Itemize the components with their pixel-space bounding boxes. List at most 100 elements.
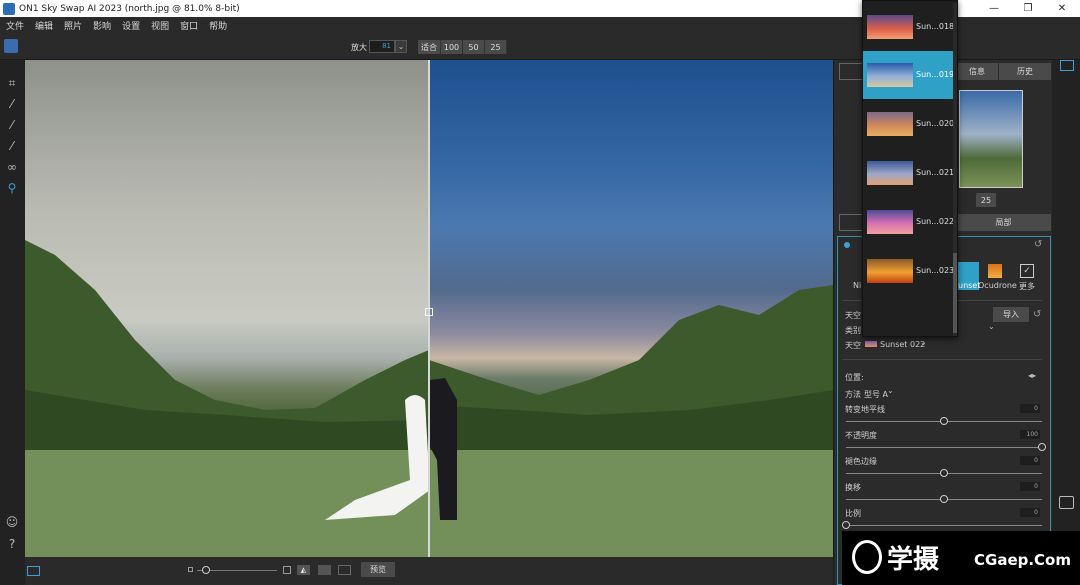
opacity-label: 不透明度 [845,431,877,440]
sky-select-label: 天空 [845,341,861,350]
image-panel-icon[interactable] [1060,60,1074,71]
preset-ocudrone-label: Ocudrone [978,281,1017,290]
menu-settings[interactable]: 设置 [122,19,140,32]
method-value[interactable]: 型号 A [864,389,888,400]
sky-select-value[interactable]: Sunset 022 [880,340,925,349]
watermark: 学摄 CGaep.Com [842,531,1080,585]
menu-window[interactable]: 窗口 [180,19,198,32]
dropdown-scrollbar[interactable] [953,3,957,336]
tab-history[interactable]: 历史 [999,63,1051,80]
sky-thumbnail [867,15,913,39]
sky-preset-dropdown[interactable]: Sun...018 Sun...019 Sun...020 Sun...021 … [862,0,958,337]
crop-icon[interactable]: ⌗ [5,76,19,90]
dropdown-item-label: Sun...022 [916,217,955,226]
dropdown-item-label: Sun...020 [916,119,955,128]
zoom-fit-button[interactable]: 适合 [418,40,441,54]
zoom-tool-icon[interactable]: ⚲ [5,181,19,195]
scale-label: 比例 [845,509,861,518]
mask-view-icon[interactable]: ◭ [297,565,310,575]
sky-thumbnail [867,112,913,136]
watermark-site: CGaep.Com [974,551,1071,569]
dropdown-item-label: Sun...021 [916,168,955,177]
scale-value[interactable]: 0 [1020,508,1040,517]
menu-edit[interactable]: 编辑 [35,19,53,32]
horizon-slider-knob[interactable] [940,417,948,425]
opacity-slider-knob[interactable] [1038,443,1046,451]
browse-icon[interactable] [4,39,18,53]
panel-reset-icon[interactable]: ↺ [1034,239,1042,250]
method-chevron-icon[interactable]: ⌄ [887,386,894,395]
menu-photo[interactable]: 照片 [64,19,82,32]
sky-reset-icon[interactable]: ↺ [1033,309,1041,320]
filmstrip-icon[interactable] [27,566,40,576]
preview-button[interactable]: 预览 [361,562,395,577]
zoom-25-button[interactable]: 25 [485,40,507,54]
user-icon[interactable]: ☺ [5,515,19,529]
menu-file[interactable]: 文件 [6,19,24,32]
sky-thumbnail [867,63,913,87]
print-icon[interactable] [1059,496,1074,509]
dropdown-scrollbar-thumb[interactable] [953,253,957,333]
shift-slider-knob[interactable] [940,495,948,503]
shift-label: 换移 [845,483,861,492]
compare-view-icon[interactable] [338,565,351,575]
dropdown-item[interactable]: Sun...022 [863,198,955,246]
opacity-value[interactable]: 100 [1020,430,1040,439]
dropdown-item[interactable]: Sun...023 [863,247,954,295]
refine-brush-icon[interactable]: ⁄ [5,139,19,153]
nav-zoom-25-button[interactable]: 25 [976,193,996,207]
fade-edge-slider-knob[interactable] [940,469,948,477]
restore-button[interactable]: ❐ [1011,0,1045,17]
dropdown-item[interactable]: Sun...021 [863,149,955,197]
shift-value[interactable]: 0 [1020,482,1040,491]
tab-info[interactable]: 信息 [956,63,998,80]
preset-partial-label: Ni [853,281,862,290]
position-label: 位置: [845,373,864,382]
menu-view[interactable]: 视图 [151,19,169,32]
fade-edge-label: 褪色边缘 [845,457,877,466]
fade-edge-value[interactable]: 0 [1020,456,1040,465]
preset-more-label: 更多 [1019,282,1035,291]
ocudrone-icon[interactable] [988,264,1002,278]
dropdown-item-selected[interactable]: Sun...019 [863,51,955,99]
brush-icon[interactable]: ⁄ [5,97,19,111]
clone-icon[interactable]: ∞ [5,160,19,174]
window-title: ON1 Sky Swap AI 2023 (north.jpg @ 81.0% … [19,3,240,14]
mask-brush-icon[interactable]: ⁄ [5,118,19,132]
close-button[interactable]: ✕ [1045,0,1079,17]
image-canvas[interactable] [25,60,833,557]
tab-local[interactable]: 局部 [956,214,1051,231]
more-presets-icon[interactable]: ✓ [1020,264,1034,278]
zoom-label: 放大 [351,43,367,52]
large-size-icon [283,566,291,574]
dropdown-item[interactable]: Sun...020 [863,100,955,148]
zoom-dropdown-chevron-icon[interactable]: ⌄ [395,40,407,53]
scale-slider[interactable] [846,525,1042,526]
sky-select-chevron-icon[interactable]: ⌄ [920,338,927,347]
overlay-view-icon[interactable] [318,565,331,575]
panel-enable-icon[interactable] [844,242,850,248]
dropdown-item[interactable]: Sun...018 [863,3,954,51]
thumbnail-size-knob[interactable] [202,566,210,574]
category-chevron-icon[interactable]: ⌄ [988,322,995,331]
zoom-50-button[interactable]: 50 [463,40,485,54]
menu-help[interactable]: 帮助 [209,19,227,32]
zoom-input[interactable]: 81 [369,40,395,53]
right-tool-rail [1052,60,1080,585]
split-view-handle[interactable] [425,308,433,316]
horizon-value[interactable]: 0 [1020,404,1040,413]
zoom-100-button[interactable]: 100 [441,40,463,54]
menu-effect[interactable]: 影响 [93,19,111,32]
sky-thumbnail [867,210,913,234]
help-icon[interactable]: ? [5,537,19,551]
import-button[interactable]: 导入 [993,307,1029,322]
navigator-thumbnail[interactable] [959,90,1023,188]
dropdown-item-label: Sun...019 [916,70,955,79]
scale-slider-knob[interactable] [842,521,850,529]
minimize-button[interactable]: — [977,0,1011,17]
sky-thumbnail [867,161,913,185]
position-arrows-icon[interactable]: ◂▸ [1028,371,1036,380]
sky-thumbnail [867,259,913,283]
horizon-label: 转变地平线 [845,405,885,414]
opacity-slider[interactable] [846,447,1042,448]
